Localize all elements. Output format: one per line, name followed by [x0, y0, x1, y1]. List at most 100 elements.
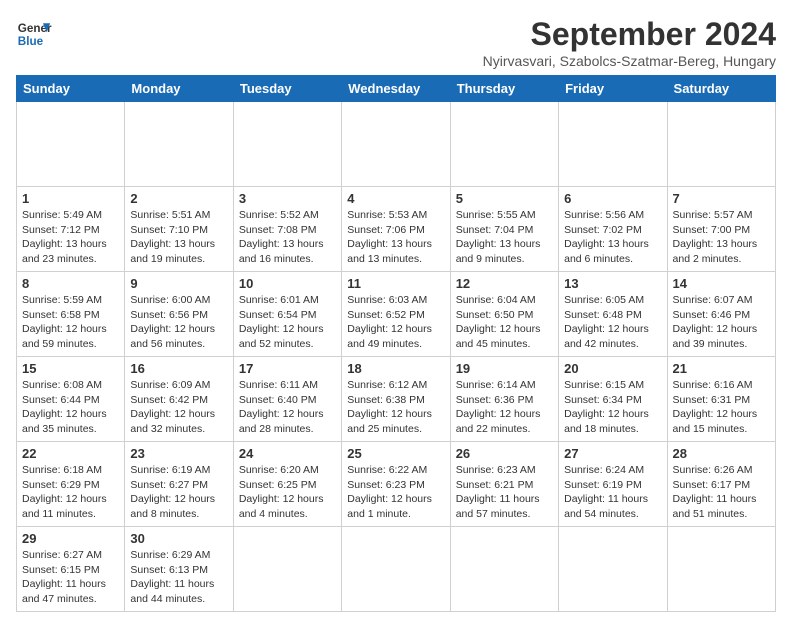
- calendar-cell: [233, 527, 341, 612]
- page-subtitle: Nyirvasvari, Szabolcs-Szatmar-Bereg, Hun…: [483, 53, 776, 69]
- day-info: Sunrise: 6:08 AM Sunset: 6:44 PM Dayligh…: [22, 378, 119, 437]
- day-number: 18: [347, 361, 444, 376]
- week-row-1: [17, 102, 776, 187]
- calendar-cell: 20 Sunrise: 6:15 AM Sunset: 6:34 PM Dayli…: [559, 357, 667, 442]
- day-number: 2: [130, 191, 227, 206]
- calendar-cell: 15 Sunrise: 6:08 AM Sunset: 6:44 PM Dayli…: [17, 357, 125, 442]
- day-info: Sunrise: 5:53 AM Sunset: 7:06 PM Dayligh…: [347, 208, 444, 267]
- day-number: 24: [239, 446, 336, 461]
- calendar-cell: 4Sunrise: 5:53 AM Sunset: 7:06 PM Daylig…: [342, 187, 450, 272]
- day-info: Sunrise: 6:11 AM Sunset: 6:40 PM Dayligh…: [239, 378, 336, 437]
- day-info: Sunrise: 6:26 AM Sunset: 6:17 PM Dayligh…: [673, 463, 770, 522]
- day-info: Sunrise: 6:12 AM Sunset: 6:38 PM Dayligh…: [347, 378, 444, 437]
- day-number: 27: [564, 446, 661, 461]
- day-info: Sunrise: 6:19 AM Sunset: 6:27 PM Dayligh…: [130, 463, 227, 522]
- day-info: Sunrise: 6:24 AM Sunset: 6:19 PM Dayligh…: [564, 463, 661, 522]
- calendar-cell: [342, 102, 450, 187]
- day-info: Sunrise: 6:07 AM Sunset: 6:46 PM Dayligh…: [673, 293, 770, 352]
- day-info: Sunrise: 6:05 AM Sunset: 6:48 PM Dayligh…: [564, 293, 661, 352]
- calendar-cell: 13 Sunrise: 6:05 AM Sunset: 6:48 PM Dayli…: [559, 272, 667, 357]
- weekday-header-thursday: Thursday: [450, 76, 558, 102]
- calendar-cell: 21 Sunrise: 6:16 AM Sunset: 6:31 PM Dayli…: [667, 357, 775, 442]
- calendar-cell: [559, 102, 667, 187]
- day-info: Sunrise: 6:04 AM Sunset: 6:50 PM Dayligh…: [456, 293, 553, 352]
- weekday-header-tuesday: Tuesday: [233, 76, 341, 102]
- day-info: Sunrise: 5:51 AM Sunset: 7:10 PM Dayligh…: [130, 208, 227, 267]
- day-info: Sunrise: 5:56 AM Sunset: 7:02 PM Dayligh…: [564, 208, 661, 267]
- day-number: 9: [130, 276, 227, 291]
- calendar-cell: 17 Sunrise: 6:11 AM Sunset: 6:40 PM Dayli…: [233, 357, 341, 442]
- calendar-cell: 27 Sunrise: 6:24 AM Sunset: 6:19 PM Dayli…: [559, 442, 667, 527]
- calendar-cell: [450, 527, 558, 612]
- day-number: 20: [564, 361, 661, 376]
- day-number: 21: [673, 361, 770, 376]
- week-row-6: 29Sunrise: 6:27 AM Sunset: 6:15 PM Dayli…: [17, 527, 776, 612]
- day-number: 23: [130, 446, 227, 461]
- day-info: Sunrise: 6:14 AM Sunset: 6:36 PM Dayligh…: [456, 378, 553, 437]
- day-number: 30: [130, 531, 227, 546]
- day-info: Sunrise: 6:18 AM Sunset: 6:29 PM Dayligh…: [22, 463, 119, 522]
- calendar-cell: [667, 527, 775, 612]
- day-number: 29: [22, 531, 119, 546]
- day-number: 10: [239, 276, 336, 291]
- calendar-cell: 19 Sunrise: 6:14 AM Sunset: 6:36 PM Dayli…: [450, 357, 558, 442]
- day-number: 11: [347, 276, 444, 291]
- calendar-cell: 10Sunrise: 6:01 AM Sunset: 6:54 PM Dayli…: [233, 272, 341, 357]
- day-info: Sunrise: 6:15 AM Sunset: 6:34 PM Dayligh…: [564, 378, 661, 437]
- calendar-cell: 23 Sunrise: 6:19 AM Sunset: 6:27 PM Dayli…: [125, 442, 233, 527]
- calendar-cell: [17, 102, 125, 187]
- week-row-4: 15 Sunrise: 6:08 AM Sunset: 6:44 PM Dayli…: [17, 357, 776, 442]
- day-info: Sunrise: 6:29 AM Sunset: 6:13 PM Dayligh…: [130, 548, 227, 607]
- logo-icon: General Blue: [16, 16, 52, 52]
- calendar-cell: 8 Sunrise: 5:59 AM Sunset: 6:58 PM Daylig…: [17, 272, 125, 357]
- calendar-cell: 5Sunrise: 5:55 AM Sunset: 7:04 PM Daylig…: [450, 187, 558, 272]
- calendar-cell: [125, 102, 233, 187]
- week-row-2: 1Sunrise: 5:49 AM Sunset: 7:12 PM Daylig…: [17, 187, 776, 272]
- day-number: 14: [673, 276, 770, 291]
- day-number: 13: [564, 276, 661, 291]
- calendar-cell: 9Sunrise: 6:00 AM Sunset: 6:56 PM Daylig…: [125, 272, 233, 357]
- svg-text:Blue: Blue: [18, 35, 44, 48]
- calendar-cell: 7Sunrise: 5:57 AM Sunset: 7:00 PM Daylig…: [667, 187, 775, 272]
- day-number: 1: [22, 191, 119, 206]
- calendar-cell: 28Sunrise: 6:26 AM Sunset: 6:17 PM Dayli…: [667, 442, 775, 527]
- day-number: 3: [239, 191, 336, 206]
- calendar-cell: 29Sunrise: 6:27 AM Sunset: 6:15 PM Dayli…: [17, 527, 125, 612]
- day-number: 5: [456, 191, 553, 206]
- calendar-cell: 2 Sunrise: 5:51 AM Sunset: 7:10 PM Daylig…: [125, 187, 233, 272]
- calendar-cell: [342, 527, 450, 612]
- day-number: 7: [673, 191, 770, 206]
- day-number: 19: [456, 361, 553, 376]
- calendar-cell: [667, 102, 775, 187]
- day-info: Sunrise: 6:16 AM Sunset: 6:31 PM Dayligh…: [673, 378, 770, 437]
- weekday-header-sunday: Sunday: [17, 76, 125, 102]
- calendar-cell: [559, 527, 667, 612]
- calendar-cell: 14 Sunrise: 6:07 AM Sunset: 6:46 PM Dayli…: [667, 272, 775, 357]
- weekday-header-friday: Friday: [559, 76, 667, 102]
- calendar-cell: [233, 102, 341, 187]
- title-block: September 2024 Nyirvasvari, Szabolcs-Sza…: [483, 16, 776, 69]
- day-number: 8: [22, 276, 119, 291]
- calendar-table: SundayMondayTuesdayWednesdayThursdayFrid…: [16, 75, 776, 612]
- day-info: Sunrise: 6:09 AM Sunset: 6:42 PM Dayligh…: [130, 378, 227, 437]
- day-info: Sunrise: 5:52 AM Sunset: 7:08 PM Dayligh…: [239, 208, 336, 267]
- calendar-cell: 18 Sunrise: 6:12 AM Sunset: 6:38 PM Dayli…: [342, 357, 450, 442]
- calendar-cell: 30 Sunrise: 6:29 AM Sunset: 6:13 PM Dayli…: [125, 527, 233, 612]
- week-row-3: 8 Sunrise: 5:59 AM Sunset: 6:58 PM Daylig…: [17, 272, 776, 357]
- calendar-cell: 26Sunrise: 6:23 AM Sunset: 6:21 PM Dayli…: [450, 442, 558, 527]
- calendar-cell: 16Sunrise: 6:09 AM Sunset: 6:42 PM Dayli…: [125, 357, 233, 442]
- calendar-cell: 11 Sunrise: 6:03 AM Sunset: 6:52 PM Dayli…: [342, 272, 450, 357]
- day-number: 25: [347, 446, 444, 461]
- calendar-cell: [450, 102, 558, 187]
- day-number: 12: [456, 276, 553, 291]
- day-number: 15: [22, 361, 119, 376]
- day-info: Sunrise: 6:03 AM Sunset: 6:52 PM Dayligh…: [347, 293, 444, 352]
- calendar-cell: 12 Sunrise: 6:04 AM Sunset: 6:50 PM Dayli…: [450, 272, 558, 357]
- day-info: Sunrise: 5:59 AM Sunset: 6:58 PM Dayligh…: [22, 293, 119, 352]
- day-number: 26: [456, 446, 553, 461]
- calendar-cell: 1Sunrise: 5:49 AM Sunset: 7:12 PM Daylig…: [17, 187, 125, 272]
- day-number: 17: [239, 361, 336, 376]
- calendar-cell: 22 Sunrise: 6:18 AM Sunset: 6:29 PM Dayli…: [17, 442, 125, 527]
- calendar-cell: 25Sunrise: 6:22 AM Sunset: 6:23 PM Dayli…: [342, 442, 450, 527]
- day-number: 22: [22, 446, 119, 461]
